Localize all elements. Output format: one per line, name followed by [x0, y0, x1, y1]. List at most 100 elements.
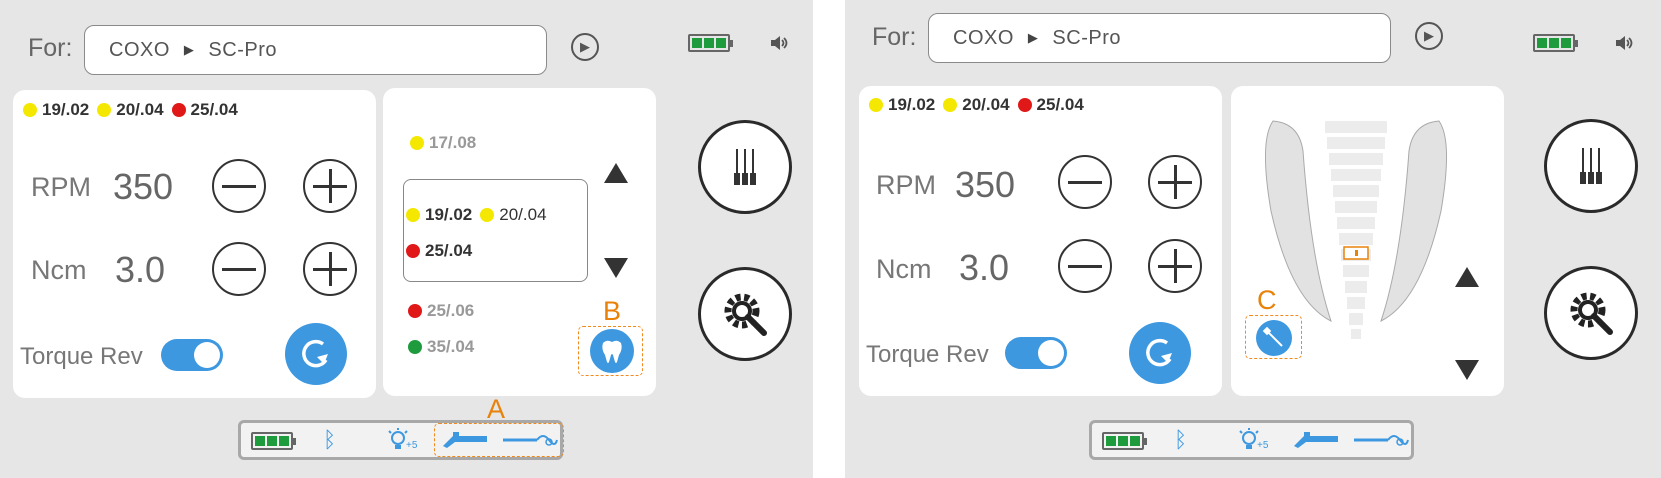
settings-button[interactable]: [698, 267, 792, 361]
yellow-dot: [869, 98, 883, 112]
legend-item: 20/.04: [116, 100, 164, 119]
selected-row: 25/.04: [406, 241, 472, 261]
brand-label: COXO: [953, 26, 1014, 49]
green-dot: [408, 340, 422, 354]
scroll-down-arrow-icon[interactable]: [1455, 360, 1479, 380]
light-level: +5: [406, 440, 418, 451]
contra-angle-handpiece-icon[interactable]: [1292, 428, 1342, 457]
file-list-item[interactable]: 17/.08: [410, 133, 476, 153]
file-label: 20/.04: [499, 205, 547, 224]
battery-icon: [251, 432, 296, 450]
settings-panel: 19/.02 20/.04 25/.04 RPM 350 Ncm 3.0 Tor…: [859, 86, 1222, 396]
rpm-decrease-button[interactable]: [212, 159, 266, 213]
rpm-increase-button[interactable]: [303, 159, 357, 213]
yellow-dot: [480, 208, 495, 222]
file-label: 25/.06: [427, 301, 475, 320]
battery-icon: [1102, 432, 1147, 450]
legend-item: 25/.04: [190, 100, 238, 119]
ncm-increase-button[interactable]: [1148, 239, 1202, 293]
rpm-increase-button[interactable]: [1148, 155, 1202, 209]
torque-rev-label: Torque Rev: [20, 343, 143, 370]
rpm-value: 350: [113, 166, 174, 207]
settings-panel: 19/.02 20/.04 25/.04 RPM 350 Ncm 3.0 Tor…: [13, 90, 376, 398]
file-select-button[interactable]: [698, 120, 792, 214]
go-button[interactable]: ▶: [1415, 22, 1443, 50]
file-system-selector[interactable]: COXO ▶ SC-Pro: [84, 25, 547, 75]
yellow-dot: [406, 208, 420, 222]
file-label: 17/.08: [429, 133, 477, 152]
file-list-panel: 17/.08 19/.02 20/.04 25/.04 25/.06 35/.0…: [383, 88, 656, 396]
scroll-down-arrow-icon[interactable]: [604, 258, 628, 278]
legend-item: 20/.04: [962, 95, 1010, 114]
bluetooth-icon[interactable]: ᛒ: [323, 427, 336, 453]
red-dot: [408, 304, 422, 318]
file-legend: 19/.02 20/.04 25/.04: [23, 100, 238, 120]
breadcrumb-arrow-icon: ▶: [183, 42, 195, 57]
file-needle-icon: [1262, 326, 1283, 347]
status-bar: ᛒ +5: [1089, 420, 1414, 460]
screen-apex-view: For: COXO ▶ SC-Pro ▶ 19/.02 20/.04 25/.0…: [845, 0, 1661, 478]
red-dot: [406, 244, 420, 258]
ncm-increase-button[interactable]: [303, 242, 357, 296]
endo-files-icon: [734, 149, 756, 185]
model-label: SC-Pro: [1052, 26, 1121, 49]
model-label: SC-Pro: [208, 38, 277, 61]
yellow-dot: [410, 136, 424, 150]
rotation-mode-button[interactable]: [1129, 322, 1191, 384]
battery-icon: [1533, 34, 1578, 52]
file-system-selector[interactable]: COXO ▶ SC-Pro: [928, 13, 1391, 63]
scroll-up-arrow-icon[interactable]: [604, 163, 628, 183]
file-list-item[interactable]: 25/.06: [408, 301, 474, 321]
settings-button[interactable]: [1544, 266, 1638, 360]
ncm-label: Ncm: [31, 255, 87, 285]
ncm-label: Ncm: [876, 254, 932, 284]
ncm-value: 3.0: [115, 249, 166, 290]
selected-file-sequence[interactable]: 19/.02 20/.04 25/.04: [403, 179, 588, 282]
rpm-label: RPM: [31, 172, 91, 202]
apex-locator-button[interactable]: [590, 329, 634, 373]
yellow-dot: [23, 103, 37, 117]
ncm-decrease-button[interactable]: [212, 242, 266, 296]
rpm-value: 350: [955, 164, 1016, 205]
apex-cable-icon[interactable]: [1352, 428, 1410, 457]
ncm-value: 3.0: [959, 247, 1010, 288]
rotation-mode-button[interactable]: [285, 323, 347, 385]
file-select-button[interactable]: [1544, 119, 1638, 213]
legend-item: 25/.04: [1036, 95, 1084, 114]
callout-c-label: C: [1257, 285, 1277, 315]
tooth-icon: [602, 340, 622, 363]
scroll-up-arrow-icon[interactable]: [1455, 267, 1479, 287]
rotate-icon: [302, 339, 328, 368]
bluetooth-icon[interactable]: ᛒ: [1174, 427, 1187, 453]
light-level: +5: [1257, 440, 1269, 451]
for-label: For:: [872, 23, 917, 51]
torque-rev-label: Torque Rev: [866, 341, 989, 368]
file-label: 19/.02: [425, 205, 473, 224]
screen-file-list-view: For: COXO ▶ SC-Pro ▶ 19/.02 20/.04 25/.0…: [0, 0, 813, 478]
red-dot: [171, 103, 186, 117]
file-list-item[interactable]: 35/.04: [408, 337, 474, 357]
legend-item: 19/.02: [42, 100, 90, 119]
volume-icon[interactable]: [1613, 32, 1635, 59]
gear-wrench-icon: [724, 293, 767, 336]
rpm-decrease-button[interactable]: [1058, 155, 1112, 209]
ncm-decrease-button[interactable]: [1058, 239, 1112, 293]
torque-rev-toggle[interactable]: [161, 339, 223, 371]
torque-rev-toggle[interactable]: [1005, 337, 1067, 369]
brand-label: COXO: [109, 38, 170, 61]
selected-row: 19/.02 20/.04: [406, 205, 547, 225]
yellow-dot: [97, 103, 112, 117]
status-bar: ᛒ +5: [238, 420, 564, 460]
legend-item: 19/.02: [888, 95, 936, 114]
apex-panel: C: [1231, 86, 1504, 396]
contra-angle-handpiece-icon[interactable]: [441, 428, 491, 457]
apex-cable-icon[interactable]: [501, 428, 559, 457]
rpm-label: RPM: [876, 170, 936, 200]
rotate-icon: [1146, 338, 1172, 367]
volume-icon[interactable]: [768, 32, 790, 59]
breadcrumb-arrow-icon: ▶: [1027, 30, 1039, 45]
battery-icon: [688, 34, 733, 52]
go-button[interactable]: ▶: [571, 33, 599, 61]
file-mode-button[interactable]: [1256, 320, 1292, 356]
endo-files-icon: [1580, 148, 1602, 184]
